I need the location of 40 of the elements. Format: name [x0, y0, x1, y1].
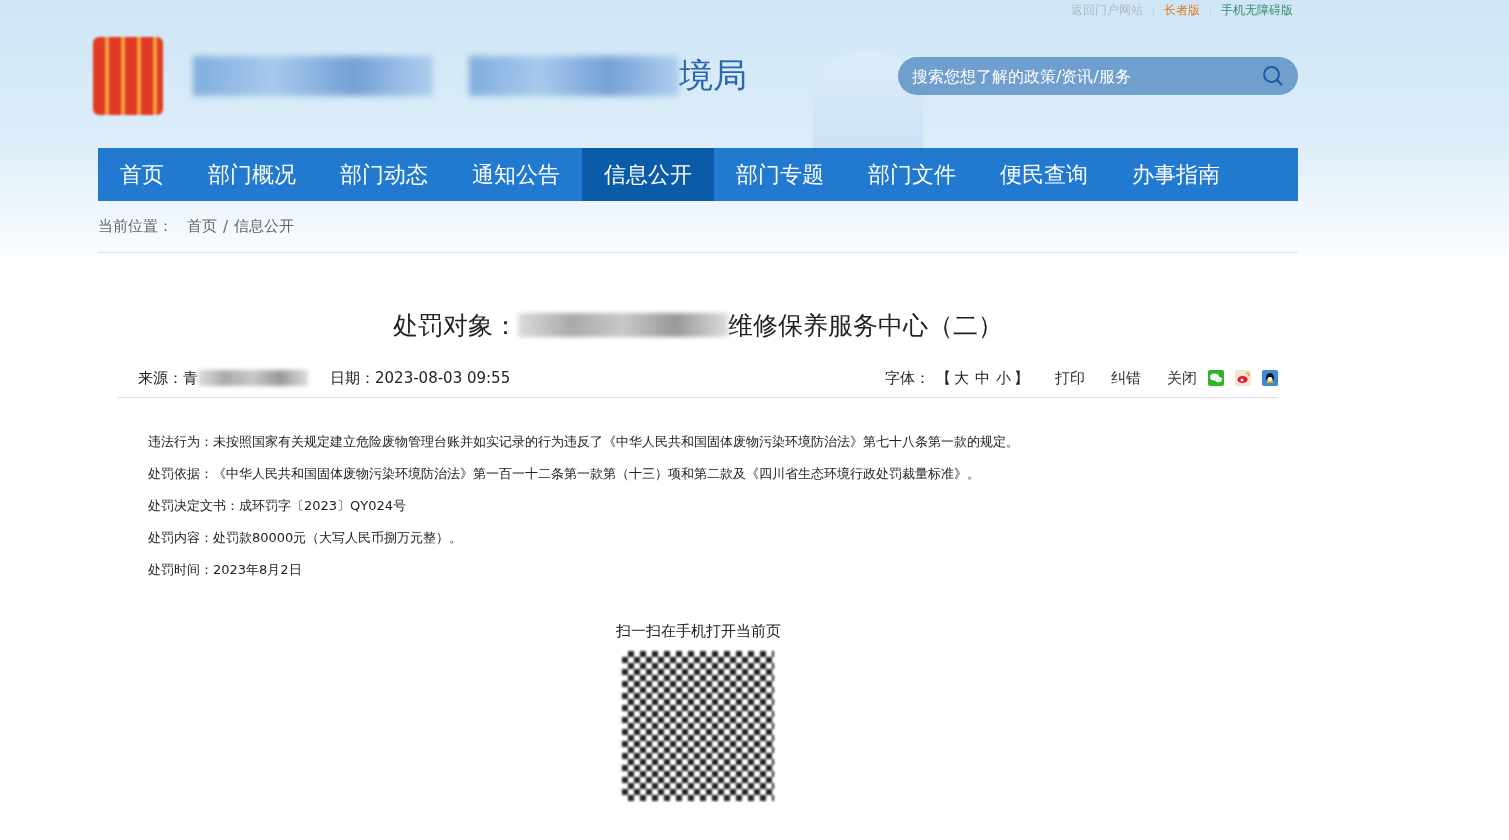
- source-label: 来源：青: [138, 368, 198, 388]
- top-link[interactable]: 手机无障碍版: [1221, 2, 1293, 19]
- search-field[interactable]: 搜索您想了解的政策/资讯/服务: [898, 57, 1298, 95]
- bracket-mark: 【: [936, 368, 951, 388]
- font-size-label: 字体：: [885, 368, 930, 388]
- breadcrumb-link[interactable]: 信息公开: [234, 217, 295, 236]
- article-title: 处罚对象：: [393, 309, 518, 342]
- weibo-share-icon[interactable]: [1235, 370, 1251, 386]
- nav-tab[interactable]: 办事指南: [1110, 148, 1242, 201]
- breadcrumb-link[interactable]: 首页: [187, 217, 217, 236]
- font-size-link[interactable]: 大: [954, 368, 969, 388]
- action-link[interactable]: 关闭: [1167, 368, 1197, 388]
- qr-caption: 扫一扫在手机打开当前页: [614, 622, 782, 641]
- font-size-link[interactable]: 小: [996, 368, 1011, 388]
- article-paragraph: 处罚时间：2023年8月2日: [148, 561, 303, 579]
- wechat-share-icon[interactable]: [1208, 370, 1224, 386]
- nav-tab[interactable]: 便民查询: [978, 148, 1110, 201]
- nav-tab[interactable]: 部门专题: [714, 148, 846, 201]
- article-paragraph: 处罚内容：处罚款80000元（大写人民币捌万元整）。: [148, 529, 464, 547]
- article-paragraph: 处罚决定文书：成环罚字〔2023〕QY024号: [148, 497, 408, 515]
- penguin-share-icon[interactable]: [1262, 370, 1278, 386]
- breadcrumb-label: 当前位置：: [98, 217, 173, 236]
- nav-tab[interactable]: 部门动态: [318, 148, 450, 201]
- nav-tab[interactable]: 信息公开: [582, 148, 714, 201]
- nav-tab[interactable]: 部门概况: [186, 148, 318, 201]
- publish-date: 日期：2023-08-03 09:55: [330, 368, 511, 388]
- nav-tab[interactable]: 通知公告: [450, 148, 582, 201]
- site-name: 境局: [679, 54, 747, 97]
- action-link[interactable]: 打印: [1055, 368, 1085, 388]
- font-size-link[interactable]: 中: [975, 368, 990, 388]
- breadcrumb-separator: /: [223, 217, 229, 236]
- top-link[interactable]: 长者版: [1164, 2, 1200, 19]
- search-icon[interactable]: [1262, 65, 1284, 87]
- nav-tab[interactable]: 首页: [98, 148, 186, 201]
- bracket-mark: 】: [1014, 368, 1029, 388]
- nav-tab[interactable]: 部门文件: [846, 148, 978, 201]
- article-paragraph: 处罚依据：《中华人民共和国固体废物污染环境防治法》第一百一十二条第一款第（十三）项和第二款及《四川省生态环境行政处罚裁量标准》。: [148, 465, 981, 483]
- article-paragraph: 违法行为：未按照国家有关规定建立危险废物管理台账并如实记录的行为违反了《中华人民共和国固体废物污染环境防治法》第七十八条第一款的规定。: [148, 433, 1020, 451]
- article-title: 维修保养服务中心（二）: [728, 309, 1003, 342]
- action-link[interactable]: 纠错: [1111, 368, 1141, 388]
